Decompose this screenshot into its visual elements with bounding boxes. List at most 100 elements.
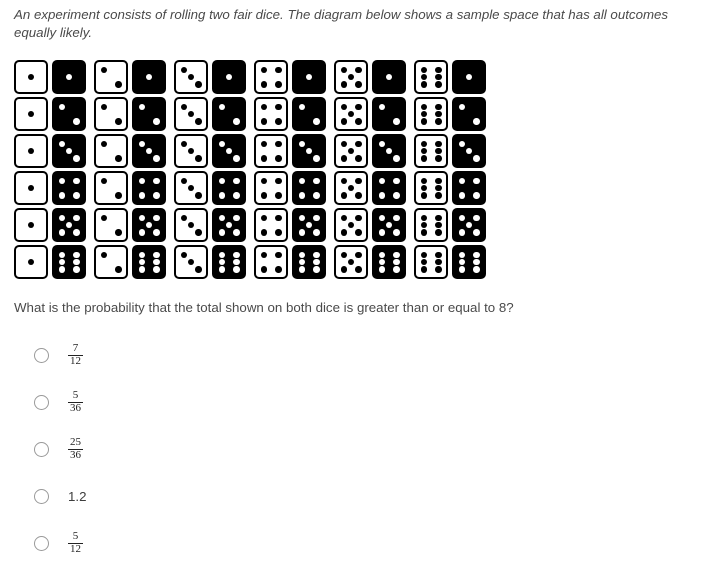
white-die-face-1 (14, 171, 48, 205)
die-pip (153, 251, 160, 258)
die-pip (393, 155, 400, 162)
white-die-face-1 (14, 245, 48, 279)
die-pip (313, 118, 320, 125)
die-pip (420, 251, 427, 258)
die-pip (233, 266, 240, 273)
white-die-face-6 (414, 60, 448, 94)
die-pip (225, 73, 233, 81)
die-pip (275, 214, 282, 221)
white-die-face-3 (174, 60, 208, 94)
die-pip (73, 214, 80, 221)
die-pip (355, 192, 362, 199)
black-die-face-6 (132, 245, 166, 279)
radio-button-e[interactable] (34, 536, 49, 551)
dice-pair-4-4 (254, 171, 334, 208)
black-die-face-4 (452, 171, 486, 205)
black-die-face-4 (372, 171, 406, 205)
die-pip (340, 81, 347, 88)
question-text: What is the probability that the total s… (14, 300, 514, 315)
die-pip (378, 258, 385, 266)
white-die-face-6 (414, 245, 448, 279)
white-die-face-5 (334, 171, 368, 205)
answer-option-e[interactable]: 5 12 (14, 520, 694, 567)
die-pip (435, 192, 442, 199)
die-pip (218, 251, 225, 258)
white-die-face-3 (174, 134, 208, 168)
die-pip (153, 229, 160, 236)
die-pip (473, 177, 480, 184)
die-pip (58, 214, 65, 221)
die-pip (100, 140, 107, 147)
die-pip (233, 214, 240, 221)
dice-pair-3-1 (174, 60, 254, 97)
dice-pair-1-6 (14, 245, 94, 282)
die-pip (385, 73, 393, 81)
answer-option-a[interactable]: 7 12 (14, 332, 694, 379)
white-die-face-5 (334, 134, 368, 168)
die-pip (435, 103, 442, 110)
radio-button-b[interactable] (34, 395, 49, 410)
white-die-face-5 (334, 245, 368, 279)
dice-row (14, 171, 494, 208)
die-pip (195, 229, 202, 236)
die-pip (355, 140, 362, 147)
dice-row (14, 245, 494, 282)
answer-option-b[interactable]: 5 36 (14, 379, 694, 426)
answer-option-c[interactable]: 25 36 (14, 426, 694, 473)
die-pip (260, 66, 267, 73)
die-pip (298, 140, 305, 147)
die-pip (435, 251, 442, 258)
die-pip (435, 140, 442, 147)
die-pip (458, 177, 465, 184)
die-pip (218, 229, 225, 236)
answer-option-d[interactable]: 1.2 (14, 473, 694, 520)
die-pip (393, 214, 400, 221)
die-pip (180, 66, 187, 73)
die-pip (420, 177, 427, 184)
die-pip (153, 118, 160, 125)
die-pip (180, 103, 187, 110)
die-pip (347, 73, 355, 81)
die-pip (138, 140, 145, 147)
die-pip (233, 258, 240, 266)
dice-pair-5-1 (334, 60, 414, 97)
dice-pair-2-1 (94, 60, 174, 97)
black-die-face-2 (212, 97, 246, 131)
radio-button-a[interactable] (34, 348, 49, 363)
die-pip (420, 221, 427, 229)
die-pip (435, 221, 442, 229)
die-pip (355, 66, 362, 73)
dice-pair-1-4 (14, 171, 94, 208)
die-pip (298, 192, 305, 199)
die-pip (145, 73, 153, 81)
dice-row (14, 60, 494, 97)
white-die-face-4 (254, 208, 288, 242)
die-pip (378, 251, 385, 258)
die-pip (420, 229, 427, 236)
dice-row (14, 208, 494, 245)
radio-button-d[interactable] (34, 489, 49, 504)
white-die-face-1 (14, 60, 48, 94)
dice-pair-5-5 (334, 208, 414, 245)
die-pip (65, 221, 73, 229)
die-pip (355, 118, 362, 125)
die-pip (195, 266, 202, 273)
black-die-face-1 (212, 60, 246, 94)
die-pip (73, 192, 80, 199)
die-pip (340, 155, 347, 162)
die-pip (473, 214, 480, 221)
die-pip (260, 192, 267, 199)
fraction-numerator: 25 (70, 436, 81, 449)
die-pip (420, 192, 427, 199)
white-die-face-3 (174, 245, 208, 279)
die-pip (73, 177, 80, 184)
die-pip (313, 229, 320, 236)
black-die-face-6 (372, 245, 406, 279)
black-die-face-5 (292, 208, 326, 242)
die-pip (473, 258, 480, 266)
die-pip (58, 192, 65, 199)
die-pip (473, 118, 480, 125)
white-die-face-5 (334, 208, 368, 242)
radio-button-c[interactable] (34, 442, 49, 457)
die-pip (305, 221, 313, 229)
